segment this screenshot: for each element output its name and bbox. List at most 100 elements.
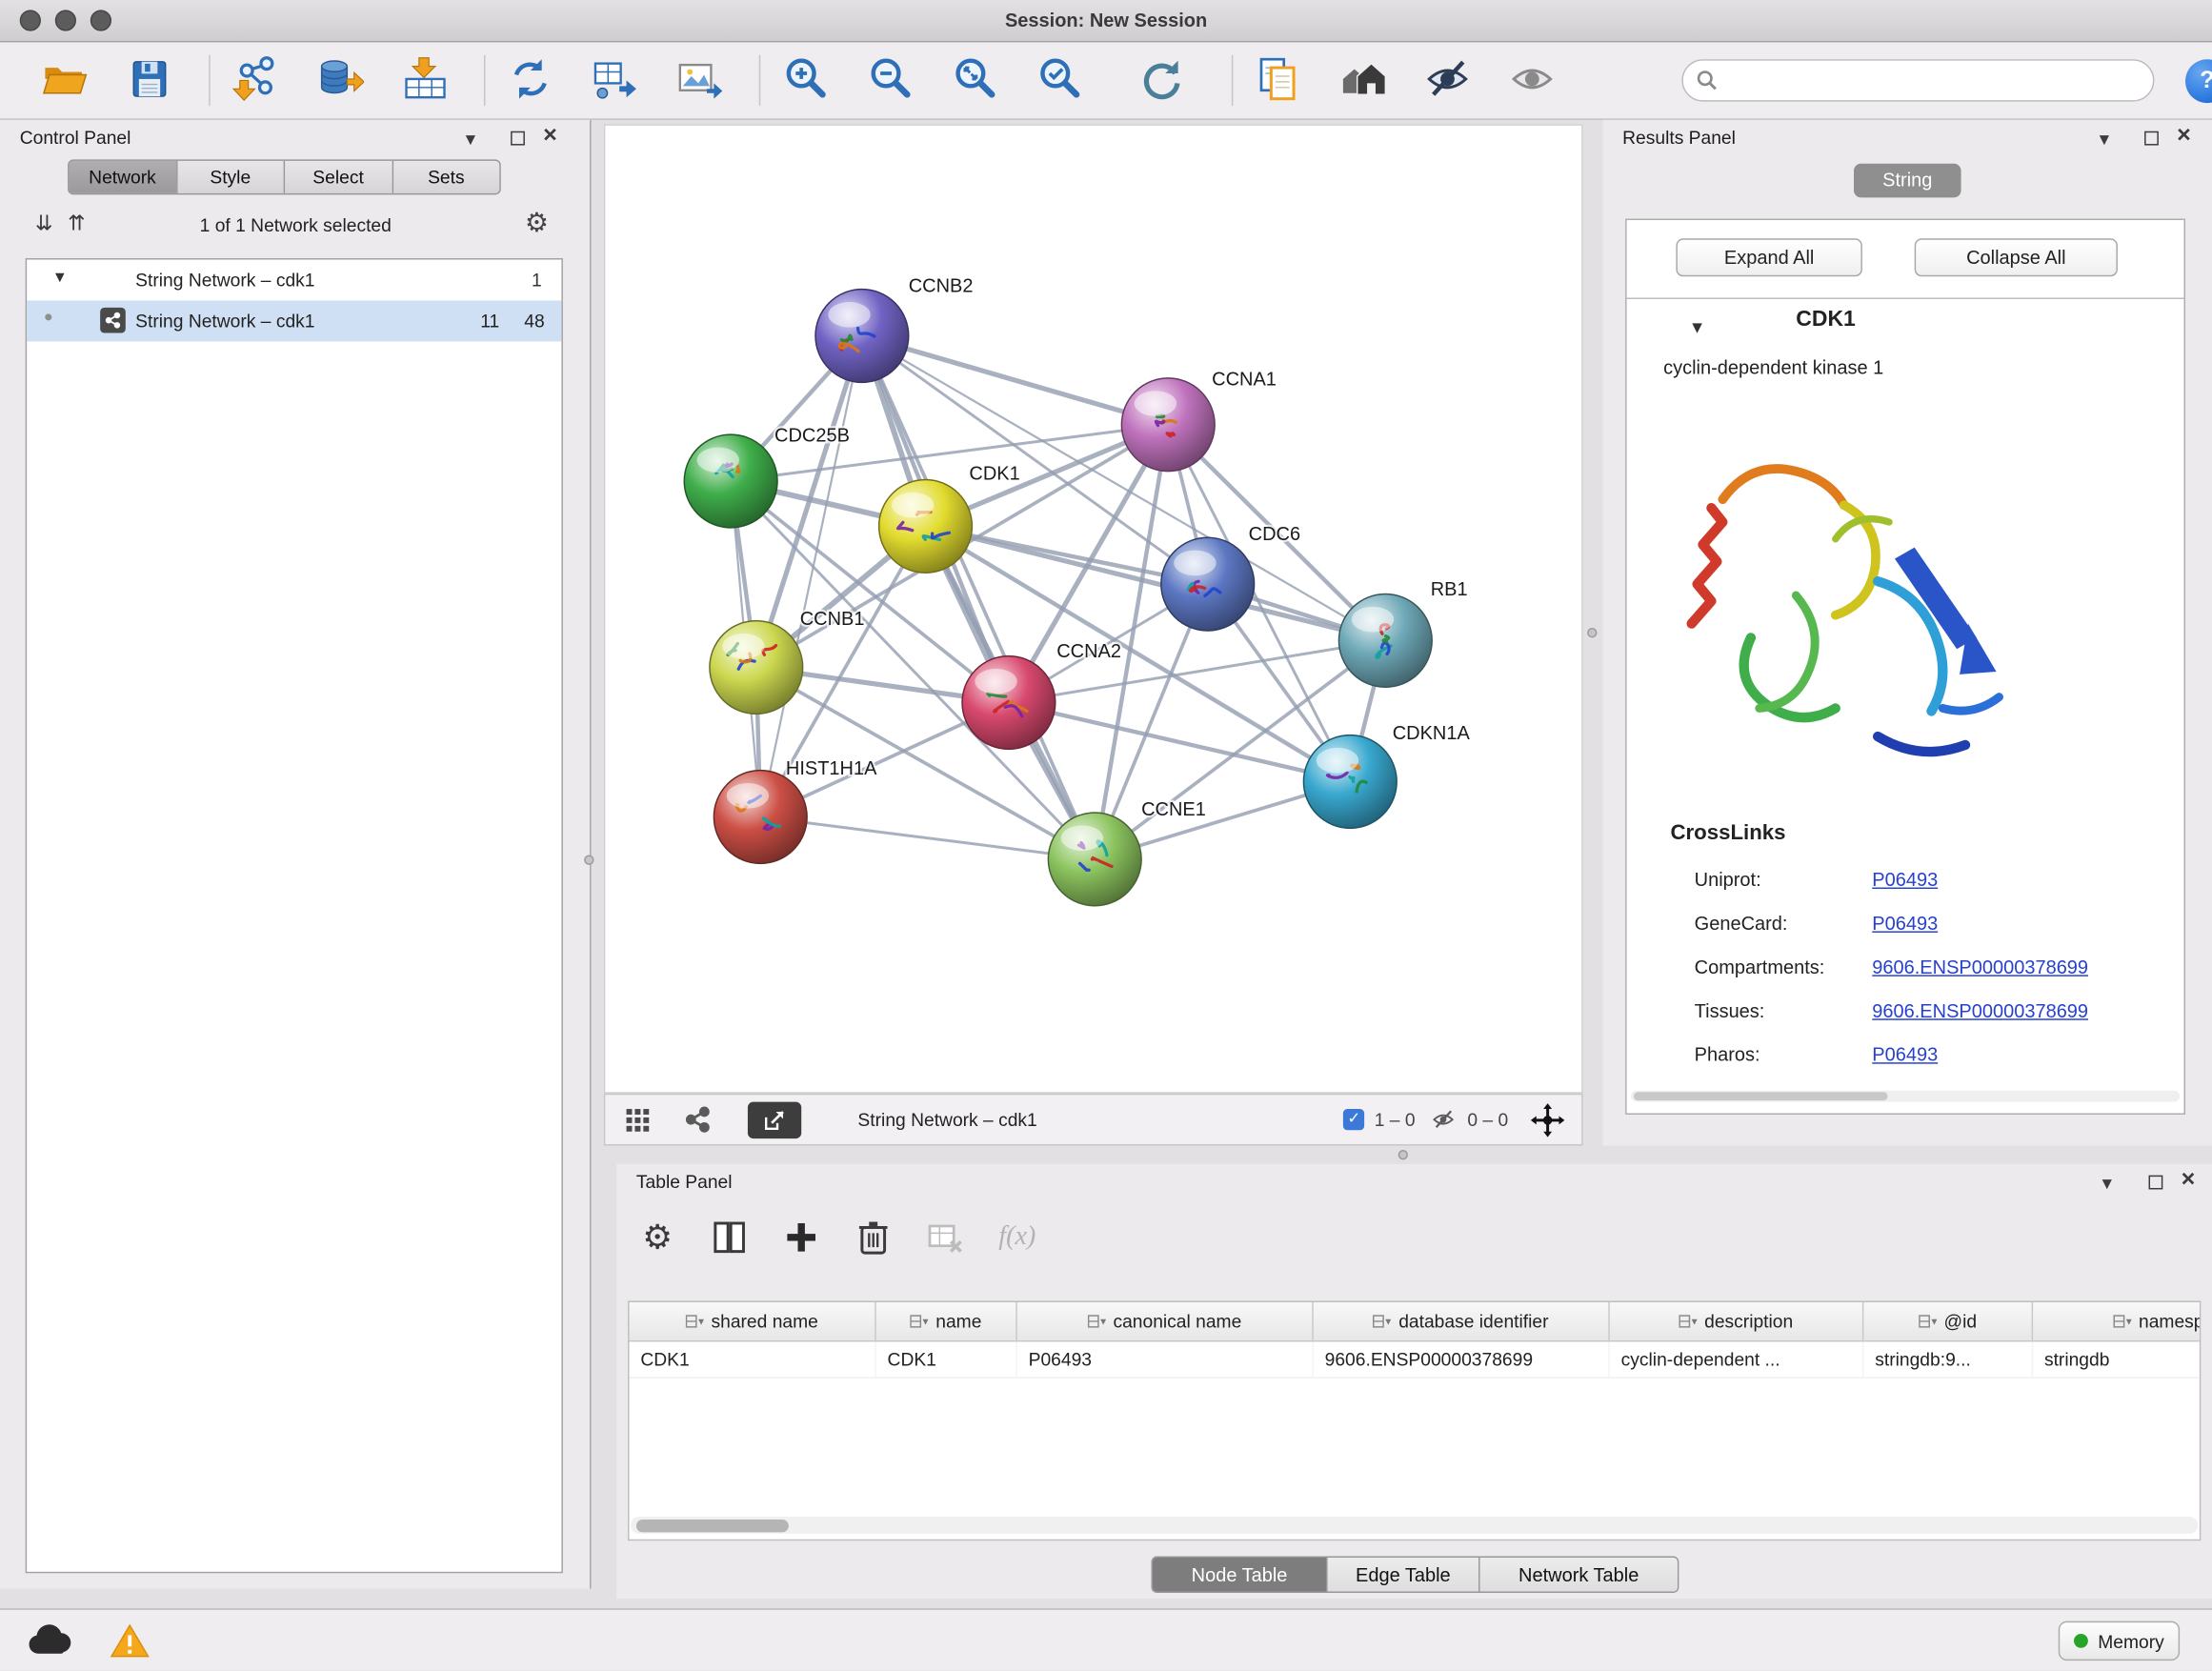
network-canvas[interactable]: CCNB2CCNA1CDC25BCDK1CDC6RB1CCNB1CCNA2CDK…: [605, 126, 1581, 1092]
search-icon: [1696, 70, 1719, 96]
tab-select[interactable]: Select: [285, 161, 392, 193]
cell-id[interactable]: stringdb:9...: [1863, 1341, 2033, 1377]
export-view-button[interactable]: [748, 1101, 801, 1138]
show-all-button[interactable]: [1504, 50, 1560, 111]
network-collection-row[interactable]: ▼ String Network – cdk1 1: [27, 260, 561, 301]
help-button[interactable]: ?: [2185, 58, 2212, 102]
column-header[interactable]: shared name: [630, 1302, 876, 1340]
network-tree: ▼ String Network – cdk1 1 ● String Netwo…: [26, 258, 563, 1573]
import-network-from-database-button[interactable]: [312, 50, 368, 111]
memory-status-dot-icon: [2074, 1634, 2088, 1648]
close-panel-icon[interactable]: ×: [2182, 1167, 2196, 1193]
table-options-gear-icon[interactable]: ⚙: [630, 1209, 686, 1265]
import-network-from-file-button[interactable]: [227, 50, 283, 111]
control-panel-title: Control Panel: [20, 127, 131, 148]
gene-section-cdk1: ▼ CDK1 cyclin-dependent kinase 1: [1627, 297, 2184, 1113]
zoom-selected-button[interactable]: [1032, 50, 1088, 111]
crosslink-link[interactable]: P06493: [1872, 869, 1938, 890]
scrollbar-thumb[interactable]: [636, 1519, 789, 1531]
close-panel-icon[interactable]: ×: [543, 123, 557, 149]
disclosure-triangle-icon[interactable]: ▼: [1689, 317, 1706, 337]
birds-eye-grid-icon[interactable]: [625, 1107, 651, 1133]
delete-column-trash-icon[interactable]: [845, 1209, 901, 1265]
network-row-selected[interactable]: ● String Network – cdk1 11 48: [27, 300, 561, 341]
panel-menu-icon[interactable]: ▾: [2102, 1170, 2112, 1196]
column-header[interactable]: @id: [1863, 1302, 2033, 1340]
cell-database-identifier[interactable]: 9606.ENSP00000378699: [1314, 1341, 1610, 1377]
close-panel-icon[interactable]: ×: [2177, 123, 2191, 149]
create-network-from-table-button[interactable]: [587, 50, 643, 111]
float-panel-icon[interactable]: [2149, 1176, 2163, 1190]
crosslink-link[interactable]: P06493: [1872, 913, 1938, 934]
show-columns-icon[interactable]: [701, 1209, 757, 1265]
results-scrollbar[interactable]: [1631, 1091, 2180, 1102]
save-session-button[interactable]: [121, 50, 177, 111]
add-column-icon[interactable]: [774, 1209, 830, 1265]
column-header[interactable]: canonical name: [1017, 1302, 1314, 1340]
tab-style[interactable]: Style: [177, 161, 285, 193]
share-network-icon[interactable]: [684, 1106, 711, 1133]
column-header[interactable]: database identifier: [1314, 1302, 1610, 1340]
network-selection-status: 1 of 1 Network selected: [0, 214, 592, 235]
open-session-button[interactable]: [37, 50, 93, 111]
cell-shared-name[interactable]: CDK1: [630, 1341, 876, 1377]
selected-checkbox-icon[interactable]: ✓: [1343, 1109, 1364, 1130]
toolbar-separator: [484, 55, 485, 106]
tab-network[interactable]: Network: [70, 161, 177, 193]
documents-button[interactable]: [1250, 50, 1306, 111]
cell-namespace[interactable]: stringdb: [2033, 1341, 2201, 1377]
cell-name[interactable]: CDK1: [876, 1341, 1017, 1377]
right-splitter-handle[interactable]: [1587, 628, 1597, 637]
crosslink-link[interactable]: 9606.ENSP00000378699: [1872, 956, 2088, 977]
hide-selected-button[interactable]: [1419, 50, 1476, 111]
network-options-gear-icon[interactable]: ⚙: [525, 208, 549, 240]
table-horizontal-scrollbar[interactable]: [631, 1517, 2198, 1534]
crosslink-label: GeneCard:: [1695, 913, 1788, 934]
column-header[interactable]: description: [1610, 1302, 1864, 1340]
cell-canonical-name[interactable]: P06493: [1017, 1341, 1314, 1377]
network-canvas-view[interactable]: CCNB2CCNA1CDC25BCDK1CDC6RB1CCNB1CCNA2CDK…: [604, 124, 1583, 1093]
clone-network-button[interactable]: [502, 50, 558, 111]
crosslink-link[interactable]: P06493: [1872, 1044, 1938, 1065]
bottom-splitter-handle[interactable]: [1398, 1150, 1408, 1159]
crosslink-row: Tissues: 9606.ENSP00000378699: [1627, 991, 2184, 1035]
table-row[interactable]: CDK1 CDK1 P06493 9606.ENSP00000378699 cy…: [630, 1341, 2202, 1379]
panel-menu-icon[interactable]: ▾: [466, 126, 475, 151]
warning-button[interactable]: [111, 1622, 150, 1663]
svg-text:CCNA1: CCNA1: [1212, 369, 1277, 390]
zoom-fit-button[interactable]: [947, 50, 1003, 111]
cell-description[interactable]: cyclin-dependent ...: [1610, 1341, 1864, 1377]
svg-text:CCNB1: CCNB1: [800, 609, 865, 630]
results-panel-title: Results Panel: [1622, 127, 1736, 148]
tab-string[interactable]: String: [1854, 164, 1961, 198]
collapse-all-button[interactable]: Collapse All: [1915, 238, 2118, 276]
svg-text:HIST1H1A: HIST1H1A: [786, 758, 877, 779]
tab-node-table[interactable]: Node Table: [1153, 1558, 1328, 1592]
disclosure-triangle-icon[interactable]: ▼: [52, 270, 68, 287]
apply-layout-button[interactable]: [1133, 50, 1189, 111]
panel-menu-icon[interactable]: ▾: [2100, 126, 2109, 151]
zoom-in-button[interactable]: [777, 50, 834, 111]
pan-crosshair-icon[interactable]: [1531, 1102, 1565, 1137]
column-header[interactable]: name: [876, 1302, 1017, 1340]
left-splitter-handle[interactable]: [584, 855, 593, 864]
import-table-button[interactable]: [396, 50, 452, 111]
export-image-button[interactable]: [672, 50, 728, 111]
float-panel-icon[interactable]: [2144, 131, 2159, 146]
column-header[interactable]: namespace: [2033, 1302, 2201, 1340]
cloud-status-button[interactable]: [26, 1622, 76, 1663]
expand-all-button[interactable]: Expand All: [1676, 238, 1861, 276]
tab-sets[interactable]: Sets: [392, 161, 499, 193]
search-input[interactable]: [1681, 59, 2154, 101]
toolbar-separator: [759, 55, 760, 106]
table-import-icon: [401, 54, 449, 107]
zoom-out-button[interactable]: [862, 50, 918, 111]
selected-count: 1 – 0: [1375, 1109, 1416, 1130]
memory-button[interactable]: Memory: [2059, 1621, 2180, 1661]
network-counters: ✓ 1 – 0 0 – 0: [1343, 1102, 1581, 1137]
float-panel-icon[interactable]: [511, 131, 525, 146]
home-button[interactable]: [1335, 50, 1391, 111]
tab-network-table[interactable]: Network Table: [1480, 1558, 1678, 1592]
crosslink-link[interactable]: 9606.ENSP00000378699: [1872, 1000, 2088, 1021]
tab-edge-table[interactable]: Edge Table: [1328, 1558, 1480, 1592]
